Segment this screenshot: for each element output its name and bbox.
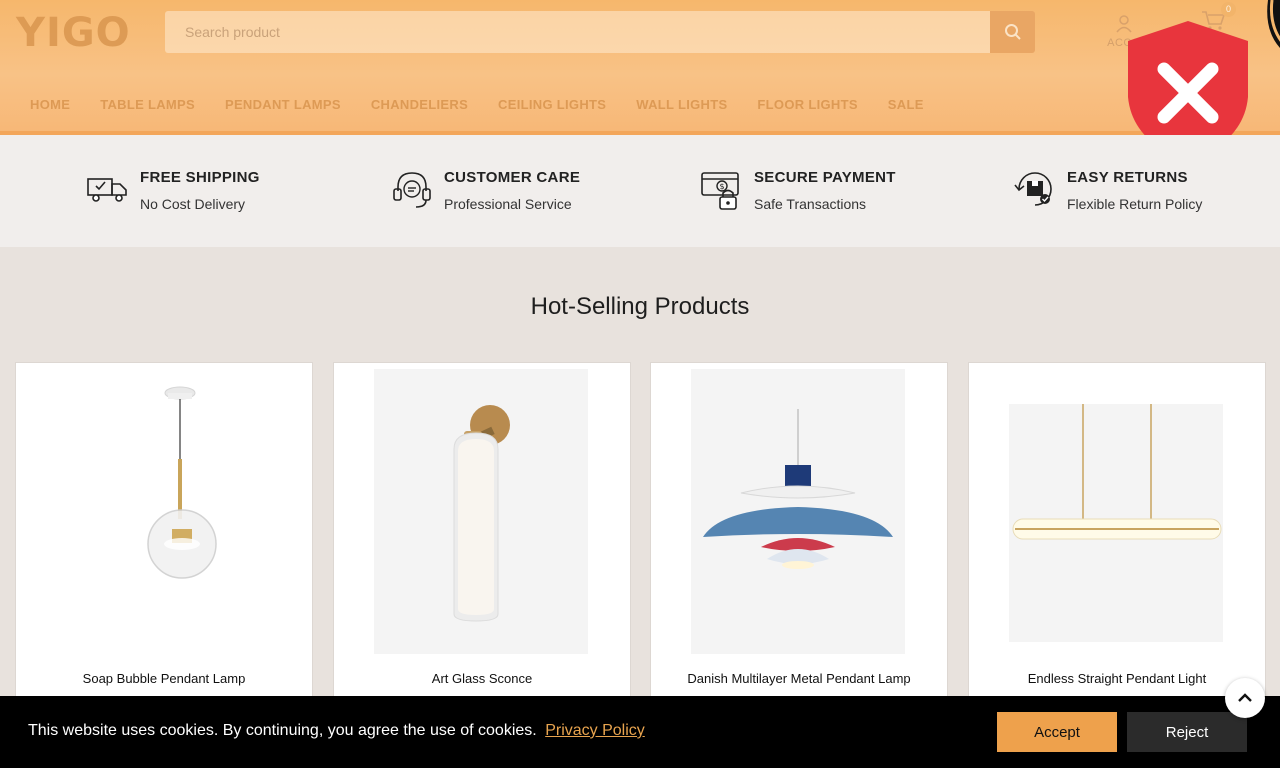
headset-icon — [393, 172, 431, 208]
product-image[interactable] — [56, 369, 270, 654]
feature-title: CUSTOMER CARE — [444, 169, 581, 186]
reject-cookies-button[interactable]: Reject — [1127, 712, 1247, 752]
feature-customer-care: CUSTOMER CARE Professional Service — [390, 165, 580, 212]
nav-item-floor-lights[interactable]: FLOOR LIGHTS — [757, 97, 857, 112]
cookie-banner: This website uses cookies. By continuing… — [0, 696, 1280, 768]
secure-payment-icon: $ — [701, 172, 739, 210]
section-title: Hot-Selling Products — [530, 293, 750, 320]
nav-item-table-lamps[interactable]: TABLE LAMPS — [100, 97, 195, 112]
nav-item-ceiling-lights[interactable]: CEILING LIGHTS — [498, 97, 606, 112]
product-name[interactable]: Endless Straight Pendant Light — [969, 671, 1265, 686]
truck-icon — [87, 178, 127, 202]
site-header: YIGO ACCO 0 HOME TABLE LAMPS PENDANT — [0, 0, 1280, 135]
partial-avatar-icon — [1267, 0, 1280, 48]
nav-item-chandeliers[interactable]: CHANDELIERS — [371, 97, 468, 112]
feature-title: SECURE PAYMENT — [754, 169, 896, 186]
search-bar — [165, 11, 1035, 53]
product-name[interactable]: Soap Bubble Pendant Lamp — [16, 671, 312, 686]
site-logo[interactable]: YIGO — [16, 10, 131, 56]
scroll-to-top-button[interactable] — [1225, 678, 1265, 718]
svg-text:$: $ — [719, 182, 724, 191]
feature-subtitle: No Cost Delivery — [140, 196, 246, 212]
cookie-message-text: This website uses cookies. By continuing… — [28, 722, 537, 739]
privacy-policy-link[interactable]: Privacy Policy — [545, 722, 645, 739]
chevron-up-icon — [1238, 693, 1252, 702]
product-card[interactable]: Danish Multilayer Metal Pendant Lamp — [650, 362, 948, 722]
product-image[interactable] — [1009, 369, 1223, 654]
feature-subtitle: Professional Service — [444, 196, 572, 212]
feature-subtitle: Safe Transactions — [754, 196, 867, 212]
nav-item-home[interactable]: HOME — [30, 97, 70, 112]
nav-item-sale[interactable]: SALE — [888, 97, 924, 112]
product-card[interactable]: Endless Straight Pendant Light — [968, 362, 1266, 722]
features-strip: FREE SHIPPING No Cost Delivery CUSTOMER … — [0, 135, 1280, 247]
feature-subtitle: Flexible Return Policy — [1067, 196, 1203, 212]
nav-item-pendant-lamps[interactable]: PENDANT LAMPS — [225, 97, 341, 112]
cookie-message: This website uses cookies. By continuing… — [28, 722, 645, 740]
feature-title: EASY RETURNS — [1067, 169, 1188, 186]
feature-easy-returns: EASY RETURNS Flexible Return Policy — [1013, 165, 1202, 212]
accept-cookies-button[interactable]: Accept — [997, 712, 1117, 752]
feature-secure-payment: $ SECURE PAYMENT Safe Transactions — [700, 165, 896, 212]
search-button[interactable] — [990, 11, 1035, 53]
product-image[interactable] — [691, 369, 905, 654]
feature-title: FREE SHIPPING — [140, 169, 260, 186]
feature-free-shipping: FREE SHIPPING No Cost Delivery — [86, 165, 260, 212]
return-box-icon — [1014, 172, 1052, 206]
product-name[interactable]: Danish Multilayer Metal Pendant Lamp — [651, 671, 947, 686]
product-name[interactable]: Art Glass Sconce — [334, 671, 630, 686]
cart-count-badge: 0 — [1221, 2, 1236, 17]
search-input[interactable] — [165, 11, 990, 53]
product-image[interactable] — [374, 369, 588, 654]
product-card[interactable]: Soap Bubble Pendant Lamp — [15, 362, 313, 722]
main-nav: HOME TABLE LAMPS PENDANT LAMPS CHANDELIE… — [30, 97, 924, 112]
search-icon — [1004, 24, 1021, 40]
product-card[interactable]: Art Glass Sconce — [333, 362, 631, 722]
nav-item-wall-lights[interactable]: WALL LIGHTS — [636, 97, 727, 112]
